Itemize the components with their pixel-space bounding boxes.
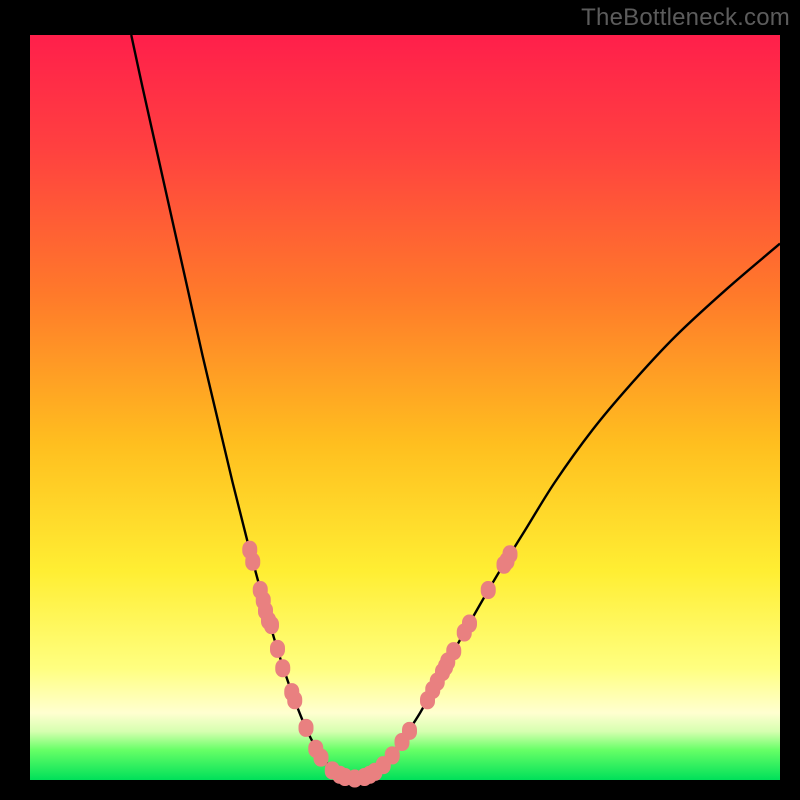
marker-dot xyxy=(446,642,461,660)
plot-background xyxy=(30,35,780,780)
marker-dot xyxy=(287,691,302,709)
watermark-text: TheBottleneck.com xyxy=(581,4,790,32)
marker-dot xyxy=(462,615,477,633)
marker-dot xyxy=(299,719,314,737)
marker-dot xyxy=(503,545,518,563)
marker-dot xyxy=(270,640,285,658)
marker-dot xyxy=(245,553,260,571)
bottleneck-chart xyxy=(0,0,800,800)
marker-dot xyxy=(264,616,279,634)
marker-dot xyxy=(402,722,417,740)
marker-dot xyxy=(314,749,329,767)
marker-dot xyxy=(275,659,290,677)
chart-container: TheBottleneck.com xyxy=(0,0,800,800)
marker-dot xyxy=(481,581,496,599)
